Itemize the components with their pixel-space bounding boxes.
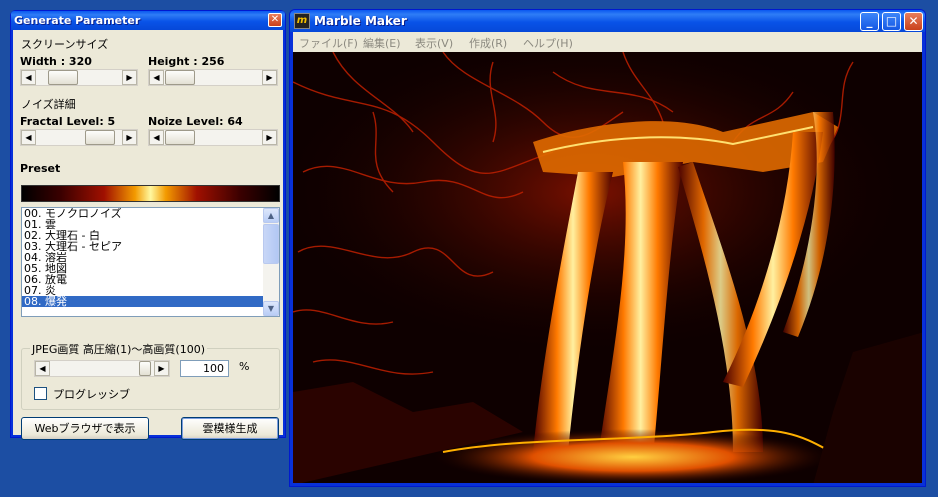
jpeg-quality-input[interactable]: 100 bbox=[180, 360, 229, 377]
param-panel: スクリーンサイズ Width : 320 Height : 256 ◀ ▶ ◀ … bbox=[13, 30, 283, 440]
maximize-button[interactable]: □ bbox=[882, 12, 901, 31]
screen-size-label: スクリーンサイズ bbox=[21, 38, 109, 51]
progressive-checkbox[interactable] bbox=[34, 387, 47, 400]
noize-slider[interactable]: ◀ ▶ bbox=[148, 129, 278, 146]
preset-item[interactable]: 01. 雲 bbox=[22, 219, 263, 230]
fractal-level-label: Fractal Level: 5 bbox=[20, 115, 116, 128]
jpeg-thumb[interactable] bbox=[139, 361, 151, 376]
menu-help[interactable]: ヘルプ(H) bbox=[523, 35, 573, 51]
preset-item[interactable]: 07. 炎 bbox=[22, 285, 263, 296]
width-slider[interactable]: ◀ ▶ bbox=[20, 69, 138, 86]
noize-thumb[interactable] bbox=[165, 130, 195, 145]
noize-right-arrow[interactable]: ▶ bbox=[262, 130, 277, 145]
main-titlebar[interactable]: m Marble Maker _ □ ✕ bbox=[290, 10, 925, 32]
lava-waterfall-image bbox=[293, 52, 922, 483]
height-label: Height : 256 bbox=[148, 55, 225, 68]
fractal-right-arrow[interactable]: ▶ bbox=[122, 130, 137, 145]
web-browser-button[interactable]: Webブラウザで表示 bbox=[21, 417, 149, 440]
jpeg-quality-group: JPEG画質 高圧縮(1)〜高画質(100) ◀ ▶ 100 % プログレッシブ bbox=[21, 341, 280, 410]
width-label: Width : 320 bbox=[20, 55, 92, 68]
progressive-label: プログレッシブ bbox=[53, 388, 130, 401]
scroll-down-arrow[interactable]: ▼ bbox=[263, 301, 279, 316]
fractal-left-arrow[interactable]: ◀ bbox=[21, 130, 36, 145]
param-window-title: Generate Parameter bbox=[14, 14, 141, 27]
generated-image-canvas bbox=[293, 52, 922, 483]
color-gradient-preview bbox=[21, 185, 280, 202]
jpeg-group-title: JPEG画質 高圧縮(1)〜高画質(100) bbox=[30, 341, 208, 357]
menu-edit[interactable]: 編集(E) bbox=[363, 35, 401, 51]
fractal-slider[interactable]: ◀ ▶ bbox=[20, 129, 138, 146]
noise-detail-label: ノイズ詳細 bbox=[21, 98, 76, 111]
noize-level-label: Noize Level: 64 bbox=[148, 115, 243, 128]
preset-item[interactable]: 03. 大理石 - セピア bbox=[22, 241, 263, 252]
menu-file[interactable]: ファイル(F) bbox=[299, 35, 358, 51]
menu-create[interactable]: 作成(R) bbox=[469, 35, 507, 51]
preset-item[interactable]: 06. 放電 bbox=[22, 274, 263, 285]
height-right-arrow[interactable]: ▶ bbox=[262, 70, 277, 85]
preset-item[interactable]: 05. 地図 bbox=[22, 263, 263, 274]
jpeg-right-arrow[interactable]: ▶ bbox=[154, 361, 169, 376]
preset-item[interactable]: 02. 大理石 - 白 bbox=[22, 230, 263, 241]
marble-maker-window: m Marble Maker _ □ ✕ ファイル(F) 編集(E) 表示(V)… bbox=[289, 9, 926, 487]
param-titlebar[interactable]: Generate Parameter ✕ bbox=[11, 11, 285, 30]
preset-item-selected[interactable]: 08. 爆発 bbox=[22, 296, 263, 307]
height-slider[interactable]: ◀ ▶ bbox=[148, 69, 278, 86]
jpeg-quality-slider[interactable]: ◀ ▶ bbox=[34, 360, 170, 377]
preset-listbox[interactable]: 00. モノクロノイズ 01. 雲 02. 大理石 - 白 03. 大理石 - … bbox=[21, 207, 280, 317]
preset-scrollbar[interactable]: ▲ ▼ bbox=[263, 208, 279, 316]
preset-item[interactable]: 00. モノクロノイズ bbox=[22, 208, 263, 219]
menu-view[interactable]: 表示(V) bbox=[415, 35, 453, 51]
close-button[interactable]: ✕ bbox=[904, 12, 923, 31]
preset-item[interactable]: 04. 溶岩 bbox=[22, 252, 263, 263]
scroll-up-arrow[interactable]: ▲ bbox=[263, 208, 279, 223]
height-left-arrow[interactable]: ◀ bbox=[149, 70, 164, 85]
preset-label: Preset bbox=[20, 162, 61, 175]
fractal-thumb[interactable] bbox=[85, 130, 115, 145]
width-thumb[interactable] bbox=[48, 70, 78, 85]
preset-list: 00. モノクロノイズ 01. 雲 02. 大理石 - 白 03. 大理石 - … bbox=[22, 208, 263, 307]
scroll-thumb[interactable] bbox=[263, 224, 279, 264]
width-right-arrow[interactable]: ▶ bbox=[122, 70, 137, 85]
param-close-button[interactable]: ✕ bbox=[268, 13, 282, 27]
main-window-title: Marble Maker bbox=[314, 14, 407, 28]
minimize-button[interactable]: _ bbox=[860, 12, 879, 31]
percent-label: % bbox=[239, 360, 250, 373]
jpeg-left-arrow[interactable]: ◀ bbox=[35, 361, 50, 376]
menubar: ファイル(F) 編集(E) 表示(V) 作成(R) ヘルプ(H) bbox=[293, 32, 922, 52]
width-left-arrow[interactable]: ◀ bbox=[21, 70, 36, 85]
generate-cloud-button[interactable]: 雲模様生成 bbox=[181, 417, 279, 440]
marble-maker-icon: m bbox=[294, 13, 310, 29]
generate-parameter-window: Generate Parameter ✕ スクリーンサイズ Width : 32… bbox=[10, 10, 286, 440]
height-thumb[interactable] bbox=[165, 70, 195, 85]
noize-left-arrow[interactable]: ◀ bbox=[149, 130, 164, 145]
